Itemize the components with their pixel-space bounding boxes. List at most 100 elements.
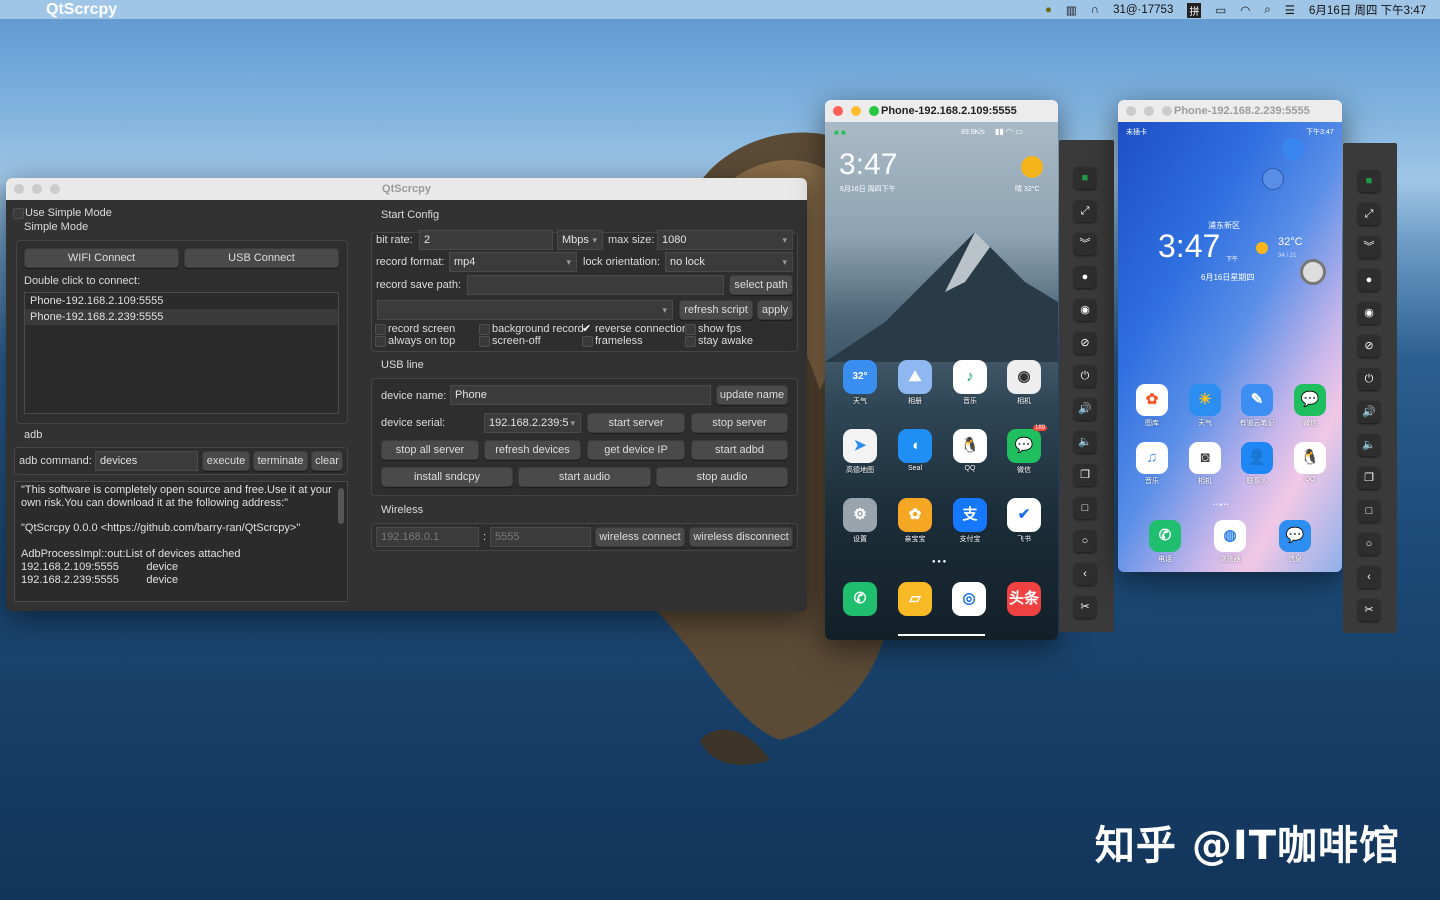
touch-show-icon[interactable]: ● — [1358, 269, 1380, 291]
dock-messages-icon[interactable]: ▱ — [898, 582, 932, 616]
device-serial-select[interactable]: 192.168.2.239:5 — [484, 413, 581, 433]
wifi-connect-button[interactable]: WIFI Connect — [24, 248, 179, 268]
app-icon-7[interactable]: 🐧 — [1294, 442, 1326, 474]
app-icon-7[interactable]: 💬 — [1007, 429, 1041, 463]
close-button[interactable] — [14, 184, 24, 194]
always-on-top-checkbox[interactable] — [375, 336, 386, 347]
stop-server-button[interactable]: stop server — [691, 413, 788, 433]
clear-button[interactable]: clear — [311, 451, 343, 471]
record-format-select[interactable]: mp4 — [449, 252, 577, 272]
volume-up-icon[interactable]: 🔊 — [1074, 398, 1096, 420]
expand-notification-icon[interactable]: ︾ — [1074, 233, 1096, 255]
screen-on-icon[interactable]: ◉ — [1074, 299, 1096, 321]
circle-home-icon[interactable]: ○ — [1074, 530, 1096, 552]
phone-2-title-bar[interactable]: Phone-192.168.2.239:5555 — [1118, 100, 1342, 122]
input-method-icon[interactable]: 拼 — [1187, 2, 1202, 18]
app-icon-0[interactable]: ✿ — [1136, 384, 1168, 416]
refresh-script-button[interactable]: refresh script — [679, 300, 753, 320]
device-list-item[interactable]: Phone-192.168.2.239:5555 — [25, 309, 338, 325]
assistive-touch-button[interactable] — [1300, 259, 1326, 285]
adb-output-log[interactable]: "This software is completely open source… — [14, 481, 348, 602]
fullscreen-icon[interactable]: ⤢ — [1358, 203, 1380, 225]
usb-connect-button[interactable]: USB Connect — [184, 248, 339, 268]
background-record-checkbox[interactable] — [479, 324, 490, 335]
battery-icon[interactable]: ▭ — [1215, 3, 1226, 17]
app-icon-1[interactable]: ☀ — [1189, 384, 1221, 416]
stop-all-server-button[interactable]: stop all server — [381, 440, 479, 460]
home-gesture-bar[interactable] — [898, 634, 985, 636]
circle-home-icon[interactable]: ○ — [1358, 533, 1380, 555]
app-icon-3[interactable]: ◉ — [1007, 360, 1041, 394]
touch-show-icon[interactable]: ● — [1074, 266, 1096, 288]
app-icon-0[interactable]: ✆ — [1149, 520, 1181, 552]
screen-off-icon[interactable]: ⊘ — [1074, 332, 1096, 354]
update-name-button[interactable]: update name — [716, 385, 788, 405]
start-audio-button[interactable]: start audio — [518, 467, 651, 487]
wireless-disconnect-button[interactable]: wireless disconnect — [689, 527, 793, 547]
app-icon-2[interactable]: ✎ — [1241, 384, 1273, 416]
show-fps-checkbox[interactable] — [685, 324, 696, 335]
device-list[interactable]: Phone-192.168.2.109:5555 Phone-192.168.2… — [24, 292, 339, 414]
app-overview-icon[interactable]: ❐ — [1358, 467, 1380, 489]
app-icon-9[interactable]: ✿ — [898, 498, 932, 532]
get-device-ip-button[interactable]: get device IP — [587, 440, 685, 460]
output-scrollbar[interactable] — [338, 488, 344, 524]
minimize-button[interactable] — [851, 106, 861, 116]
headphones-icon[interactable]: ∩ — [1091, 4, 1099, 16]
max-size-select[interactable]: 1080 — [657, 230, 793, 250]
app-switch-icon[interactable]: ■ — [1358, 170, 1380, 192]
control-center-icon[interactable]: ☰ — [1285, 3, 1295, 17]
stop-audio-button[interactable]: stop audio — [656, 467, 788, 487]
record-save-path-input[interactable] — [467, 275, 724, 295]
app-icon-10[interactable]: 支 — [953, 498, 987, 532]
reverse-connection-checkbox[interactable]: ✔ — [582, 324, 593, 335]
install-sndcpy-button[interactable]: install sndcpy — [381, 467, 513, 487]
zoom-button[interactable] — [50, 184, 60, 194]
status-app-icon[interactable]: ● — [1045, 4, 1052, 16]
minimize-button[interactable] — [1144, 106, 1154, 116]
app-icon-6[interactable]: 🐧 — [953, 429, 987, 463]
script-select[interactable] — [377, 300, 673, 320]
screenshot-icon[interactable]: ✂ — [1358, 599, 1380, 621]
bit-rate-input[interactable]: 2 — [419, 230, 553, 250]
bit-rate-unit-select[interactable]: Mbps — [557, 230, 603, 250]
close-button[interactable] — [1126, 106, 1136, 116]
app-icon-11[interactable]: ✔ — [1007, 498, 1041, 532]
back-icon[interactable]: ‹ — [1074, 563, 1096, 585]
volume-down-icon[interactable]: 🔈 — [1074, 431, 1096, 453]
home-icon[interactable]: □ — [1358, 500, 1380, 522]
app-icon-6[interactable]: 👤 — [1241, 442, 1273, 474]
terminate-button[interactable]: terminate — [253, 451, 308, 471]
use-simple-mode-checkbox[interactable] — [13, 208, 24, 219]
close-button[interactable] — [833, 106, 843, 116]
app-switch-icon[interactable]: ■ — [1074, 167, 1096, 189]
screen-off-checkbox[interactable] — [479, 336, 490, 347]
network-speed[interactable]: 31@·17753 — [1113, 4, 1173, 16]
volume-down-icon[interactable]: 🔈 — [1358, 434, 1380, 456]
wireless-connect-button[interactable]: wireless connect — [595, 527, 685, 547]
spotlight-search-icon[interactable]: ⌕ — [1264, 4, 1270, 17]
app-icon-2[interactable]: ♪ — [953, 360, 987, 394]
fullscreen-icon[interactable]: ⤢ — [1074, 200, 1096, 222]
phone-2-screen[interactable]: 未插卡 下午3:47 浦东新区 3:47 下午 32°C 34 / 21 6月1… — [1118, 122, 1342, 572]
screen-on-icon[interactable]: ◉ — [1358, 302, 1380, 324]
dock-phone-icon[interactable]: ✆ — [843, 582, 877, 616]
device-name-input[interactable]: Phone — [450, 385, 711, 405]
phone-1-screen[interactable]: ■ ■ 89.9K/s ▮▮ ◠ ▭ 3:47 6月16日 周四下午 晴 32°… — [825, 122, 1058, 640]
adb-command-input[interactable]: devices — [95, 451, 198, 471]
lock-orientation-select[interactable]: no lock — [665, 252, 793, 272]
frameless-checkbox[interactable] — [582, 336, 593, 347]
app-icon-8[interactable]: ⚙ — [843, 498, 877, 532]
device-list-item[interactable]: Phone-192.168.2.109:5555 — [25, 293, 338, 309]
volume-up-icon[interactable]: 🔊 — [1358, 401, 1380, 423]
app-icon-4[interactable]: ♫ — [1136, 442, 1168, 474]
zoom-button[interactable] — [1162, 106, 1172, 116]
expand-notification-icon[interactable]: ︾ — [1358, 236, 1380, 258]
execute-button[interactable]: execute — [202, 451, 250, 471]
dock-toutiao-icon[interactable]: 头条 — [1007, 582, 1041, 616]
menu-app-name[interactable]: QtScrcpy — [46, 0, 117, 28]
power-icon[interactable]: ⏻ — [1358, 368, 1380, 390]
app-icon-1[interactable]: ⛰ — [898, 360, 932, 394]
dock-chrome-beta-icon[interactable]: ◎ — [952, 582, 986, 616]
power-icon[interactable]: ⏻ — [1074, 365, 1096, 387]
